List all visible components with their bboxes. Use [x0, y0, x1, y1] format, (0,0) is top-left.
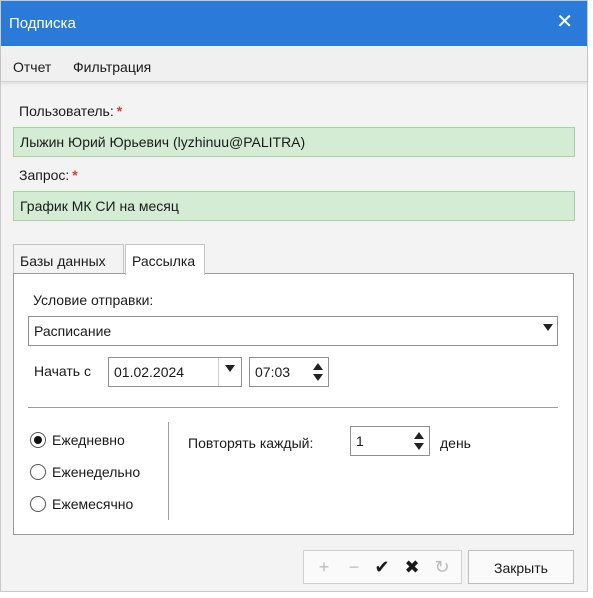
record-toolbar: + − ✔ ✖ ↻: [303, 550, 462, 584]
divider: [28, 407, 558, 408]
chevron-down-icon: [543, 324, 553, 331]
condition-select[interactable]: Расписание: [28, 316, 558, 346]
start-time-value: 07:03: [255, 364, 291, 380]
close-button[interactable]: Закрыть: [468, 550, 574, 584]
repeat-stepper[interactable]: 1: [350, 426, 430, 456]
window-title: Подписка: [9, 15, 76, 32]
menu-item-filter[interactable]: Фильтрация: [73, 59, 151, 75]
radio-daily[interactable]: Ежедневно: [30, 432, 125, 448]
chevron-down-icon[interactable]: [225, 365, 235, 372]
user-label-text: Пользователь:: [19, 103, 114, 119]
radio-daily-label: Ежедневно: [52, 432, 125, 448]
divider: [218, 358, 219, 386]
condition-value: Расписание: [34, 323, 112, 339]
repeat-label: Повторять каждый:: [188, 435, 314, 451]
repeat-unit: день: [440, 435, 471, 451]
radio-selected-icon[interactable]: [30, 432, 46, 448]
radio-icon[interactable]: [30, 496, 46, 512]
user-field[interactable]: Лыжин Юрий Юрьевич (lyzhinuu@PALITRA): [13, 127, 575, 157]
tab-databases[interactable]: Базы данных: [13, 244, 124, 274]
radio-monthly[interactable]: Ежемесячно: [30, 496, 133, 512]
start-date-value: 01.02.2024: [114, 364, 185, 380]
tab-mailing[interactable]: Рассылка: [125, 244, 205, 275]
start-label: Начать с: [34, 363, 91, 379]
repeat-value: 1: [356, 433, 364, 449]
radio-icon[interactable]: [30, 464, 46, 480]
repeat-spin-buttons[interactable]: [413, 429, 425, 453]
chevron-up-icon[interactable]: [414, 432, 424, 439]
time-spin-buttons[interactable]: [312, 360, 324, 384]
radio-monthly-label: Ежемесячно: [52, 496, 134, 512]
chevron-down-icon[interactable]: [414, 443, 424, 450]
condition-label: Условие отправки:: [33, 292, 154, 308]
chevron-down-icon[interactable]: [313, 374, 323, 381]
checkmark-icon[interactable]: ✔: [372, 557, 392, 577]
refresh-icon[interactable]: ↻: [432, 557, 452, 577]
radio-weekly-label: Еженедельно: [52, 464, 141, 480]
query-label: Запрос: *: [19, 167, 78, 183]
menu-item-report[interactable]: Отчет: [13, 59, 51, 75]
user-label: Пользователь: *: [19, 103, 122, 119]
close-icon[interactable]: ✕: [556, 11, 573, 33]
title-bar: Подписка ✕: [1, 1, 587, 46]
mailing-panel: Условие отправки: Расписание Начать с 01…: [13, 273, 574, 535]
remove-icon[interactable]: −: [344, 557, 364, 577]
chevron-up-icon[interactable]: [313, 363, 323, 370]
query-field[interactable]: График МК СИ на месяц: [13, 191, 575, 221]
start-date-picker[interactable]: 01.02.2024: [108, 357, 242, 387]
menu-bar: Отчет Фильтрация: [1, 46, 587, 82]
start-time-stepper[interactable]: 07:03: [249, 357, 329, 387]
add-icon[interactable]: +: [314, 557, 334, 577]
vertical-divider: [168, 422, 169, 520]
radio-weekly[interactable]: Еженедельно: [30, 464, 140, 480]
cancel-icon[interactable]: ✖: [402, 557, 422, 577]
required-mark: *: [116, 103, 123, 119]
required-mark: *: [72, 167, 78, 183]
subscription-dialog: Подписка ✕ Отчет Фильтрация Пользователь…: [0, 0, 588, 592]
query-label-text: Запрос:: [19, 167, 70, 183]
